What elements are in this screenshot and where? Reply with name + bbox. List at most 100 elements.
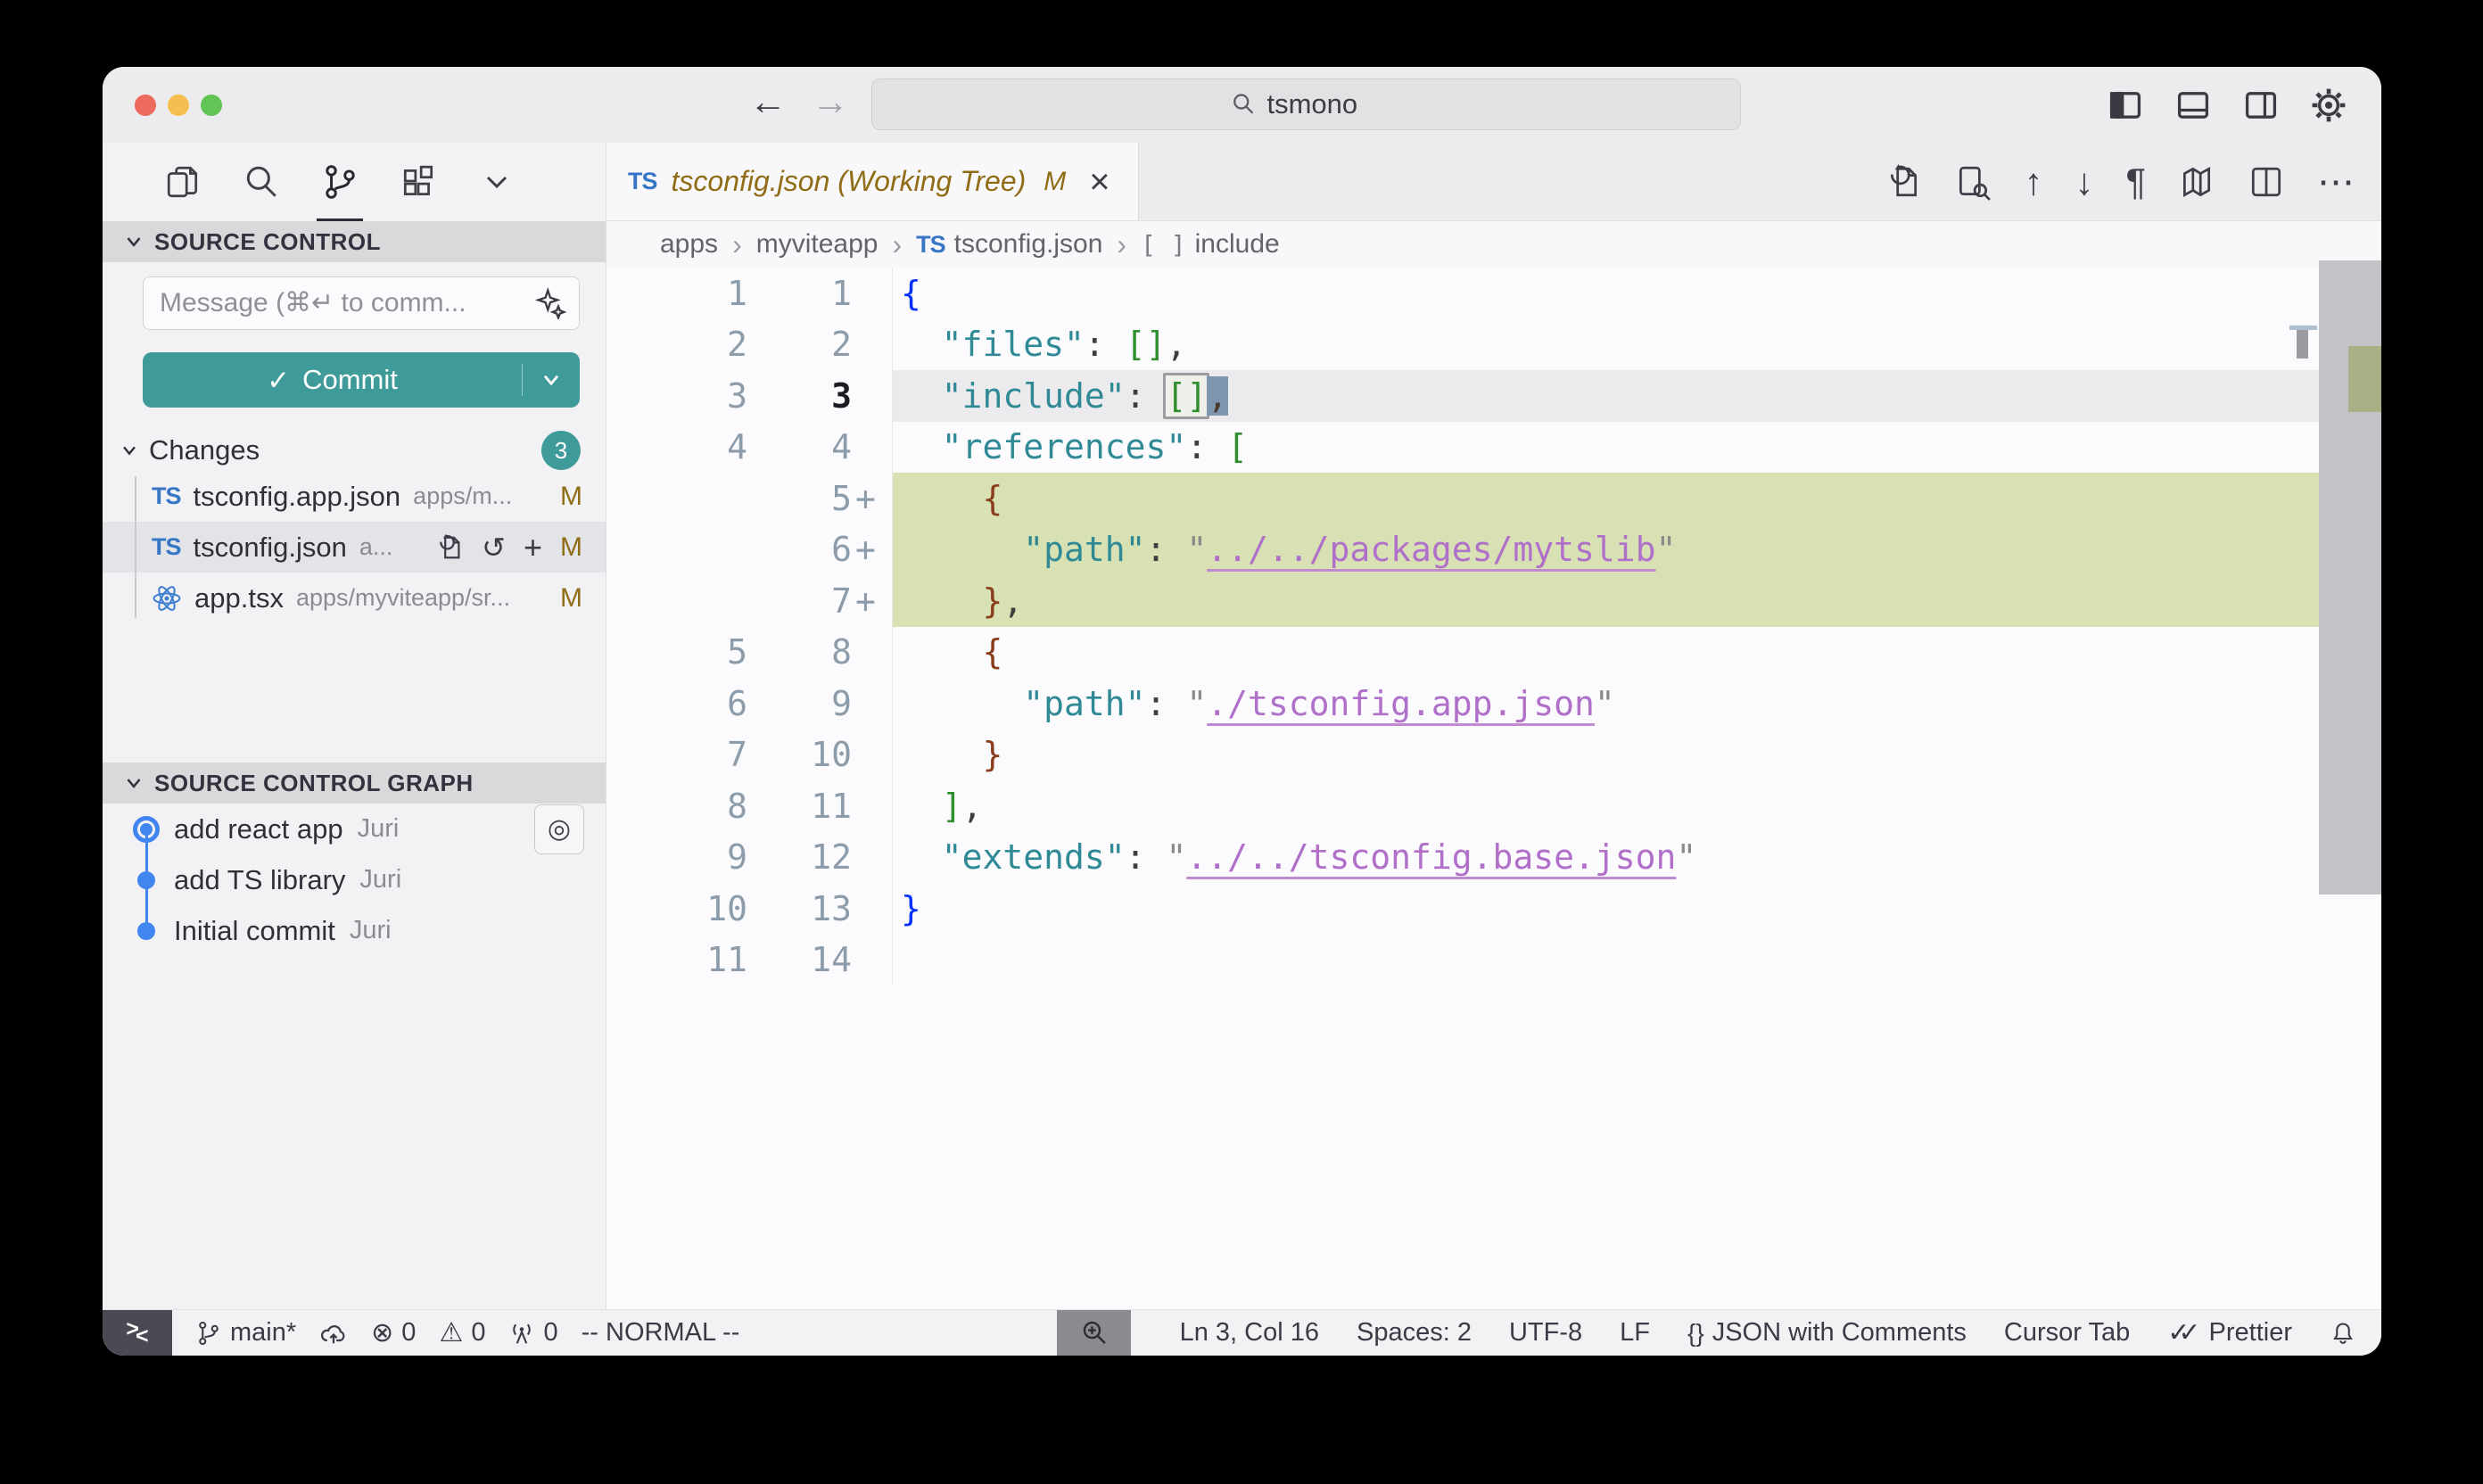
status-item-ln-3-col-16[interactable]: Ln 3, Col 16 (1180, 1318, 1319, 1348)
discard-icon[interactable]: ↺ (482, 533, 506, 562)
status-item-cursor-tab[interactable]: Cursor Tab (2004, 1318, 2130, 1348)
ts-icon: TS (152, 482, 181, 510)
inline-view-icon[interactable] (1954, 163, 1992, 201)
code-line-content: } (892, 730, 2381, 781)
status-item-0[interactable]: ⊗0 (371, 1318, 416, 1348)
close-tab-icon[interactable]: × (1089, 164, 1110, 200)
code-line-content: "files": [], (892, 319, 2381, 371)
whitespace-pilcrow-icon[interactable]: ¶ (2125, 163, 2146, 201)
source-control-section-header[interactable]: SOURCE CONTROL (103, 221, 606, 262)
search-view-icon[interactable] (236, 143, 286, 221)
status-item-spaces-2[interactable]: Spaces: 2 (1357, 1318, 1472, 1348)
minimize-window-button[interactable] (168, 95, 189, 116)
code-line[interactable]: 44 "references": [ (606, 422, 2381, 474)
commit-dropdown-button[interactable] (523, 367, 580, 392)
status-item-cloud-upload[interactable] (319, 1319, 348, 1348)
toggle-panel-button[interactable] (2173, 85, 2214, 126)
toggle-secondary-sidebar-button[interactable] (2240, 85, 2281, 126)
source-control-graph-section-header[interactable]: SOURCE CONTROL GRAPH (103, 763, 606, 804)
breadcrumb-item-tsconfig-json[interactable]: TStsconfig.json (916, 229, 1102, 260)
breadcrumb-item-include[interactable]: [ ]include (1141, 229, 1280, 260)
code-line[interactable]: 6+ "path": "../../packages/mytslib" (606, 524, 2381, 576)
zoom-window-button[interactable] (201, 95, 222, 116)
status-item-normal[interactable]: -- NORMAL -- (582, 1318, 740, 1348)
status-item-lf[interactable]: LF (1620, 1318, 1650, 1348)
code-line[interactable]: 811 ], (606, 780, 2381, 832)
code-line[interactable]: 22 "files": [], (606, 319, 2381, 371)
code-line-content: { (892, 268, 2381, 319)
back-icon[interactable]: ← (749, 83, 787, 120)
code-line[interactable]: 5+ { (606, 473, 2381, 524)
original-line-number: 3 (606, 376, 747, 416)
array-icon: [ ] (1141, 230, 1186, 260)
open-file-icon[interactable] (435, 533, 464, 562)
open-changes-icon[interactable] (1885, 163, 1922, 201)
changes-section-header[interactable]: Changes 3 (103, 430, 606, 471)
more-views-chevron-icon[interactable] (472, 143, 522, 221)
tab-tsconfig-json-working-tree[interactable]: TS tsconfig.json (Working Tree) M × (606, 143, 1139, 220)
toggle-primary-sidebar-button[interactable] (2105, 85, 2146, 126)
code-line[interactable]: 33 "include": [], (606, 370, 2381, 422)
code-line-content: "path": "./tsconfig.app.json" (892, 678, 2381, 730)
commit-item-initial-commit[interactable]: Initial commitJuri (103, 905, 606, 956)
commit-message-input[interactable] (160, 288, 534, 318)
ts-file-icon: TS (628, 168, 657, 195)
original-line-number: 7 (606, 735, 747, 774)
settings-gear-icon[interactable] (2308, 85, 2349, 126)
commit-item-add-react-app[interactable]: add react appJuri◎ (103, 804, 606, 854)
close-window-button[interactable] (135, 95, 156, 116)
status-item-0[interactable]: ⚠0 (439, 1318, 485, 1348)
file-path-link[interactable]: ../../packages/mytslib (1207, 530, 1655, 569)
status-item-utf-8[interactable]: UTF-8 (1509, 1318, 1582, 1348)
code-line[interactable]: 11{ (606, 268, 2381, 319)
code-line[interactable]: 69 "path": "./tsconfig.app.json" (606, 678, 2381, 730)
code-line[interactable]: 1013} (606, 883, 2381, 935)
change-item-tsconfig-json[interactable]: TStsconfig.jsona...↺+M (103, 522, 606, 573)
split-editor-icon[interactable] (2248, 163, 2285, 201)
extensions-view-icon[interactable] (393, 143, 443, 221)
modified-line-number: 6 (747, 530, 852, 569)
window-controls (135, 95, 222, 116)
commit-message-box[interactable] (143, 276, 580, 330)
previous-change-icon[interactable]: ↑ (2024, 163, 2042, 201)
commit-message: add react app (174, 813, 343, 845)
code-line[interactable]: 1114 (606, 935, 2381, 986)
status-item-prettier[interactable]: ✓✓Prettier (2167, 1318, 2292, 1348)
breadcrumb-item-myviteapp[interactable]: myviteapp (756, 229, 879, 260)
code-line[interactable]: 710 } (606, 730, 2381, 781)
diff-added-sign: + (852, 479, 892, 518)
file-path-link[interactable]: ./tsconfig.app.json (1207, 684, 1595, 723)
remote-indicator[interactable]: >< (103, 1310, 172, 1356)
search-input[interactable] (1267, 88, 1383, 120)
code-line[interactable]: 912 "extends": "../../tsconfig.base.json… (606, 832, 2381, 884)
status-item-json-with-comments[interactable]: {}JSON with Comments (1687, 1318, 1967, 1348)
stage-icon[interactable]: + (524, 532, 542, 564)
status-item-0[interactable]: 0 (508, 1318, 557, 1348)
chevron-down-icon (119, 440, 140, 461)
status-item-main[interactable]: main* (195, 1318, 296, 1348)
commit-item-add-ts-library[interactable]: add TS libraryJuri (103, 854, 606, 905)
map-icon[interactable] (2178, 163, 2215, 201)
status-item-bell[interactable] (2330, 1320, 2356, 1347)
breadcrumb-separator: › (1117, 228, 1126, 261)
error-icon: ⊗ (371, 1320, 393, 1347)
file-name: tsconfig.app.json (194, 481, 401, 513)
explorer-icon[interactable] (158, 143, 208, 221)
check-icon: ✓ (267, 367, 290, 394)
forward-icon[interactable]: → (812, 83, 849, 120)
modified-line-number: 13 (747, 889, 852, 928)
source-control-view-icon[interactable] (315, 143, 365, 221)
code-line[interactable]: 7+ }, (606, 575, 2381, 627)
next-change-icon[interactable]: ↓ (2075, 163, 2093, 201)
breadcrumb-item-apps[interactable]: apps (660, 229, 718, 260)
code-line[interactable]: 58 { (606, 627, 2381, 679)
goto-commit-button[interactable]: ◎ (534, 804, 584, 854)
sparkle-icon[interactable] (534, 287, 566, 319)
file-path-link[interactable]: ../../tsconfig.base.json (1186, 837, 1676, 877)
code-line-content: "path": "../../packages/mytslib" (892, 524, 2381, 576)
command-center-search[interactable] (871, 78, 1741, 130)
commit-button[interactable]: ✓ Commit (143, 352, 580, 408)
change-item-tsconfig-app-json[interactable]: TStsconfig.app.jsonapps/m...M (103, 471, 606, 522)
change-item-app-tsx[interactable]: app.tsxapps/myviteapp/sr...M (103, 573, 606, 623)
more-actions-icon[interactable]: ⋯ (2317, 163, 2355, 201)
